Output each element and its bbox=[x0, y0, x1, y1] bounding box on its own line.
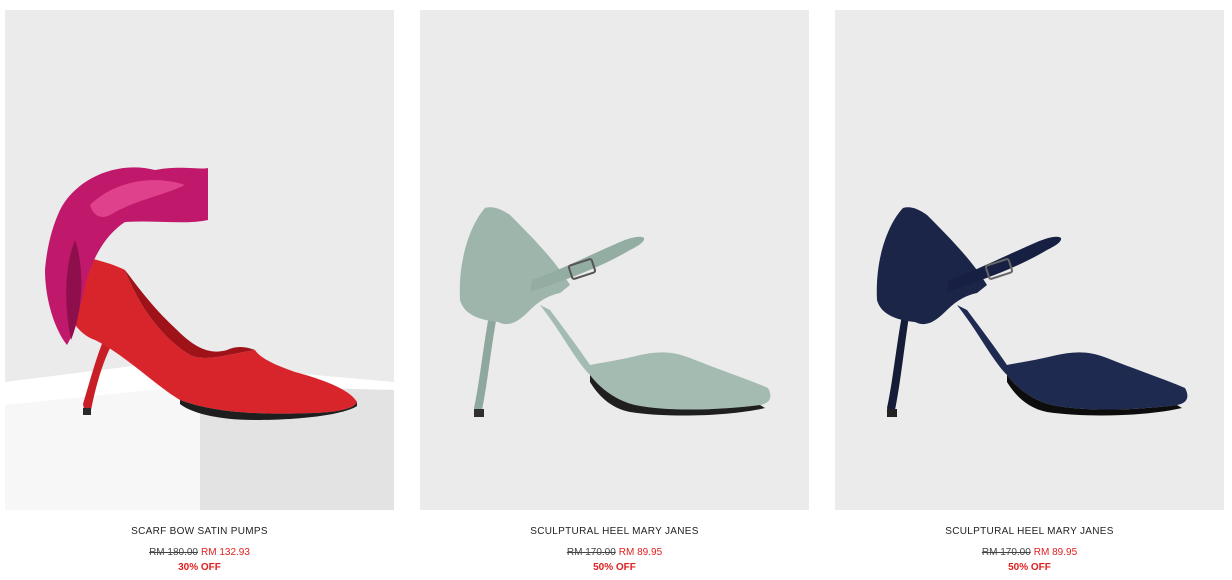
product-name[interactable]: SCULPTURAL HEEL MARY JANES bbox=[530, 526, 698, 538]
sale-price: RM 89.95 bbox=[618, 547, 663, 558]
product-grid: SCARF BOW SATIN PUMPS RM 180.00 RM 132.93… bbox=[0, 0, 1232, 580]
product-card[interactable]: SCULPTURAL HEEL MARY JANES RM 170.00 RM 8… bbox=[420, 10, 809, 574]
product-image[interactable] bbox=[835, 10, 1224, 510]
product-image[interactable] bbox=[420, 10, 809, 510]
product-image[interactable] bbox=[5, 10, 394, 510]
price-row: RM 170.00 RM 89.95 bbox=[835, 547, 1224, 559]
discount-badge: 50% OFF bbox=[593, 562, 636, 573]
product-name[interactable]: SCARF BOW SATIN PUMPS bbox=[131, 526, 268, 538]
product-name[interactable]: SCULPTURAL HEEL MARY JANES bbox=[945, 526, 1113, 538]
product-card[interactable]: SCARF BOW SATIN PUMPS RM 180.00 RM 132.93… bbox=[5, 10, 394, 574]
sage-mary-jane-image bbox=[459, 207, 771, 417]
original-price: RM 170.00 bbox=[566, 547, 616, 558]
discount-badge: 50% OFF bbox=[1008, 562, 1051, 573]
navy-mary-jane-image bbox=[876, 207, 1188, 417]
discount-badge: 30% OFF bbox=[178, 562, 221, 573]
price-row: RM 180.00 RM 132.93 bbox=[5, 547, 394, 559]
sale-price: RM 132.93 bbox=[201, 547, 250, 558]
original-price: RM 170.00 bbox=[981, 547, 1031, 558]
price-row: RM 170.00 RM 89.95 bbox=[420, 547, 809, 559]
sale-price: RM 89.95 bbox=[1033, 547, 1078, 558]
product-card[interactable]: SCULPTURAL HEEL MARY JANES RM 170.00 RM 8… bbox=[835, 10, 1224, 574]
red-satin-pump-image bbox=[5, 167, 394, 510]
original-price: RM 180.00 bbox=[149, 547, 198, 558]
